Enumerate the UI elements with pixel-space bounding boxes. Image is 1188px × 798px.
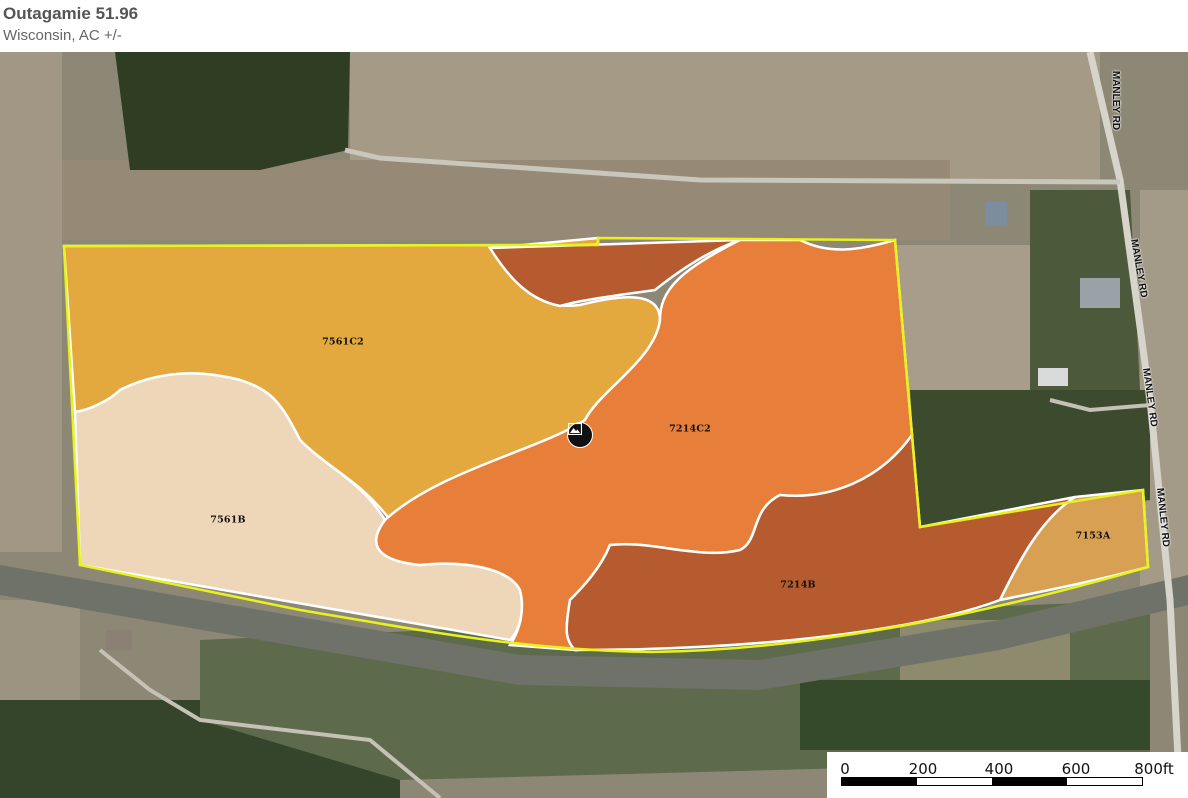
soil-label-7153A: 7153A bbox=[1075, 530, 1111, 542]
scale-bar bbox=[841, 777, 1143, 786]
aerial-map[interactable]: 7561C2 7561B 7214C2 7214B 7153A MANLEY R… bbox=[0, 52, 1188, 798]
soil-label-7561C2: 7561C2 bbox=[322, 336, 364, 348]
property-subtitle: Wisconsin, AC +/- bbox=[3, 27, 122, 44]
soil-label-7561B: 7561B bbox=[210, 514, 246, 526]
building bbox=[1080, 278, 1120, 308]
road-label: MANLEY RD bbox=[1110, 70, 1122, 131]
photo-icon bbox=[568, 423, 582, 435]
building bbox=[1038, 368, 1068, 386]
map-header: Outagamie 51.96 Wisconsin, AC +/- bbox=[0, 0, 1188, 52]
field-west bbox=[0, 52, 62, 552]
building bbox=[106, 630, 132, 650]
scale-bar-panel: 0 200 400 600 800ft bbox=[827, 752, 1188, 798]
scale-tick: 400 bbox=[984, 760, 1014, 778]
field-east bbox=[895, 245, 1030, 395]
map-canvas bbox=[0, 52, 1188, 798]
field-south-dark bbox=[800, 680, 1150, 750]
woodlot-north bbox=[115, 52, 350, 170]
photo-marker[interactable] bbox=[567, 422, 593, 448]
field-north-strip bbox=[60, 160, 950, 240]
soil-label-7214C2: 7214C2 bbox=[669, 423, 711, 435]
building bbox=[985, 202, 1007, 226]
soil-label-7214B: 7214B bbox=[780, 579, 816, 591]
property-title: Outagamie 51.96 bbox=[3, 4, 139, 23]
scale-tick: 200 bbox=[908, 760, 938, 778]
scale-tick: 800ft bbox=[1134, 760, 1174, 778]
scale-tick: 600 bbox=[1061, 760, 1091, 778]
scale-tick: 0 bbox=[840, 760, 850, 778]
